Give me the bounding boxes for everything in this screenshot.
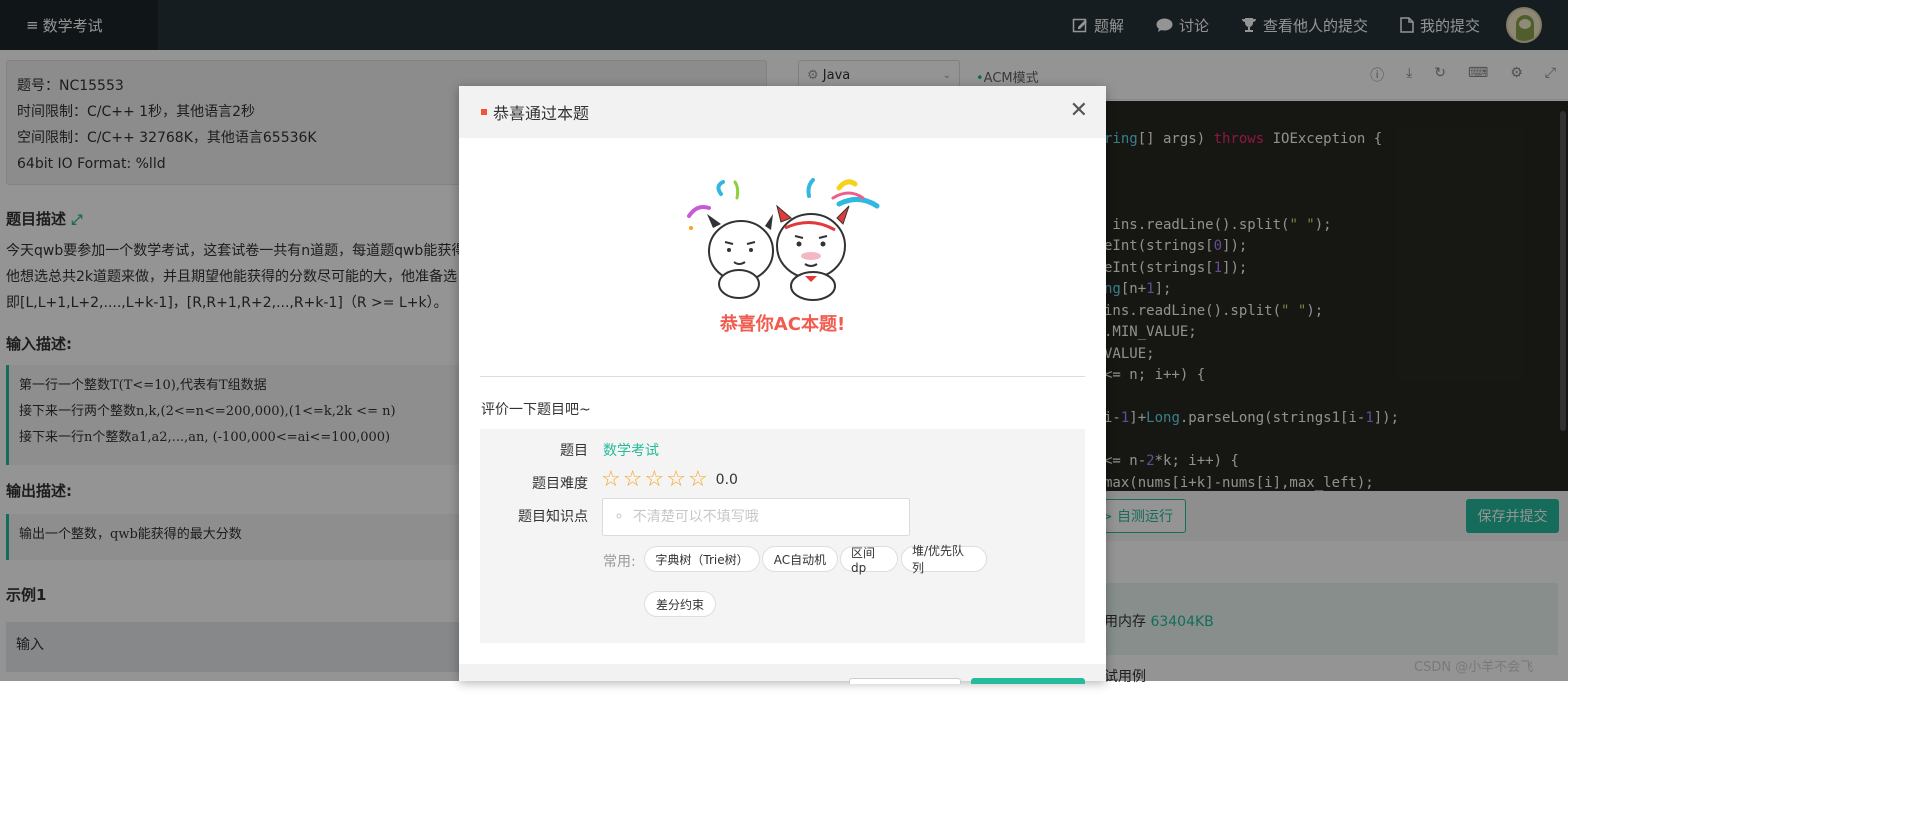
star-icon[interactable]: ☆ — [666, 469, 686, 491]
congrats-message: 恭喜你AC本题! — [719, 314, 846, 335]
divider — [480, 376, 1085, 377]
star-icon[interactable]: ☆ — [644, 469, 664, 491]
tag-chip[interactable]: 差分约束 — [644, 591, 716, 617]
celebration-mascot-image — [687, 178, 880, 301]
star-icon[interactable]: ☆ — [688, 469, 708, 491]
close-icon[interactable]: ✕ — [1070, 100, 1088, 122]
tag-chip[interactable]: AC自动机 — [762, 546, 838, 572]
tag-chip[interactable]: 字典树（Trie树） — [644, 546, 760, 572]
dialog-header: 恭喜通过本题 — [459, 86, 1106, 138]
footer-secondary-button[interactable] — [849, 678, 961, 684]
problem-name-link[interactable]: 数学考试 — [603, 440, 659, 460]
footer-primary-button[interactable] — [971, 678, 1085, 684]
difficulty-label: 题目难度 — [532, 476, 588, 492]
success-dialog: 恭喜通过本题 ✕ 恭喜你AC本题! 评价一下题目吧~ 题目 数学考试 题目难度 … — [459, 86, 1106, 684]
rate-title: 评价一下题目吧~ — [481, 402, 591, 418]
problem-label: 题目 — [560, 443, 588, 459]
dialog-title: 恭喜通过本题 — [493, 104, 590, 123]
title-marker-icon — [481, 109, 487, 115]
tag-input[interactable] — [632, 509, 883, 525]
rating-panel: 题目 数学考试 题目难度 ☆ ☆ ☆ ☆ ☆ 0.0 题目知识点 ⚬ 常用: 字… — [480, 429, 1085, 643]
tag-input-box[interactable]: ⚬ — [602, 498, 910, 536]
tag-icon: ⚬ — [613, 509, 625, 525]
star-icon[interactable]: ☆ — [601, 469, 621, 491]
tag-chip[interactable]: 堆/优先队列 — [901, 544, 987, 575]
difficulty-score: 0.0 — [715, 472, 738, 488]
difficulty-stars: ☆ ☆ ☆ ☆ ☆ 0.0 — [601, 469, 738, 491]
common-tags-label: 常用: — [603, 554, 636, 570]
tag-chip[interactable]: 区间dp — [840, 546, 898, 575]
knowledge-label: 题目知识点 — [518, 509, 588, 525]
star-icon[interactable]: ☆ — [623, 469, 643, 491]
